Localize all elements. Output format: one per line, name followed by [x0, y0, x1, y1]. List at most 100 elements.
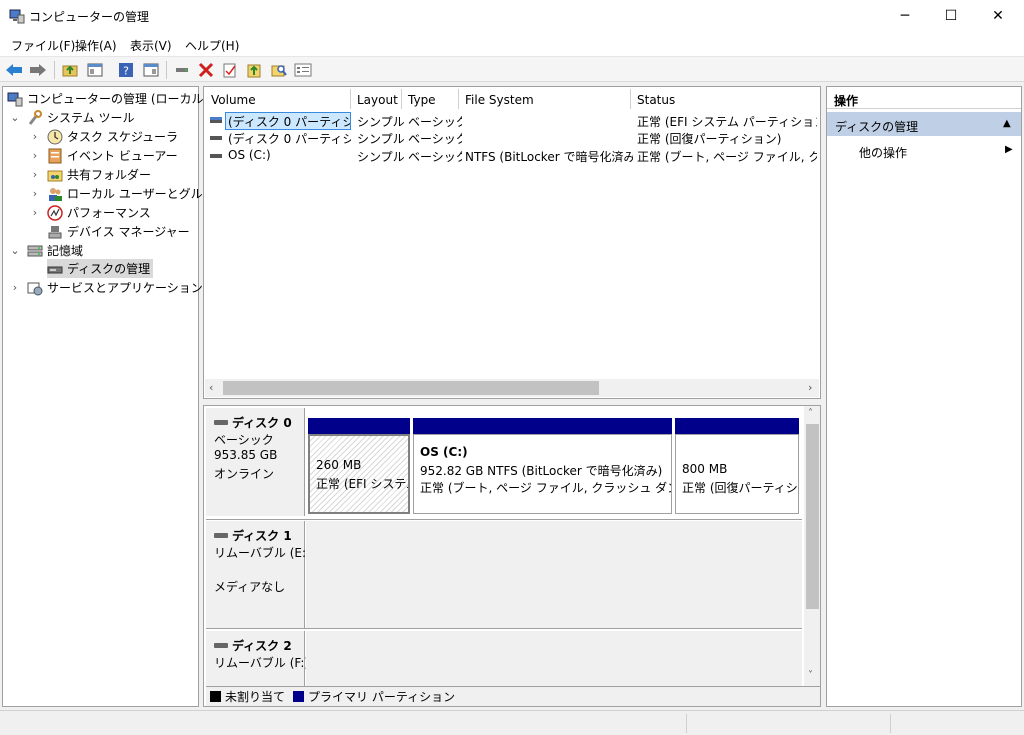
tree-item-disk-management[interactable]: ディスクの管理: [47, 259, 154, 278]
column-header-type[interactable]: Type: [402, 89, 459, 109]
volume-type: ベーシック: [408, 150, 462, 164]
disk-icon: [214, 420, 228, 425]
column-header-volume[interactable]: Volume: [205, 89, 351, 109]
menu-action[interactable]: 操作(A): [75, 37, 117, 54]
disk-2-label[interactable]: ディスク 2 リムーバブル (F:): [206, 631, 309, 686]
partition-efi[interactable]: 260 MB 正常 (EFI システム: [308, 434, 410, 514]
properties-check-icon[interactable]: [221, 61, 239, 79]
partition-bar: [675, 418, 799, 434]
tree-label: サービスとアプリケーション: [47, 281, 203, 295]
table-row[interactable]: (ディスク 0 パーティション 1) シンプル ベーシック 正常 (EFI シス…: [207, 111, 817, 130]
disk-size: 953.85 GB: [214, 448, 278, 462]
tree-item-event-viewer[interactable]: › イベント ビューアー: [29, 146, 178, 165]
menu-view[interactable]: 表示(V): [130, 37, 172, 54]
actions-group-label: ディスクの管理: [835, 120, 919, 134]
chevron-right-icon[interactable]: ›: [29, 168, 41, 181]
volume-name: OS (C:): [228, 148, 271, 162]
table-row[interactable]: (ディスク 0 パーティション 4) シンプル ベーシック 正常 (回復パーティ…: [207, 129, 817, 147]
tree-item-root[interactable]: コンピューターの管理 (ローカル): [7, 89, 208, 108]
back-arrow-icon[interactable]: [5, 61, 23, 79]
chevron-right-icon[interactable]: ›: [9, 281, 21, 294]
tree-item-services-apps[interactable]: › サービスとアプリケーション: [9, 278, 203, 297]
chevron-right-icon[interactable]: ›: [29, 187, 41, 200]
column-header-status[interactable]: Status: [631, 89, 819, 109]
tree-item-system-tools[interactable]: ⌄ システム ツール: [9, 108, 134, 127]
legend-swatch-primary: [293, 691, 305, 702]
search-folder-icon[interactable]: [270, 61, 288, 79]
scrollbar-thumb[interactable]: [806, 424, 819, 609]
legend-primary: プライマリ パーティション: [308, 690, 456, 704]
tree-label: コンピューターの管理 (ローカル): [27, 92, 209, 106]
partition-size: 800 MB: [682, 462, 728, 476]
disk-icon: [214, 643, 228, 648]
tree-item-local-users[interactable]: › ローカル ユーザーとグループ: [29, 184, 226, 203]
navigation-tree: コンピューターの管理 (ローカル) ⌄ システム ツール › タスク スケジュー…: [2, 86, 226, 707]
volume-drive-icon: [209, 149, 223, 163]
connect-drive-icon[interactable]: [173, 61, 191, 79]
column-header-layout[interactable]: Layout: [351, 89, 402, 109]
tree-item-performance[interactable]: › パフォーマンス: [29, 203, 151, 222]
tree-item-task-scheduler[interactable]: › タスク スケジューラ: [29, 127, 178, 146]
tree-label: ディスクの管理: [67, 262, 151, 276]
disk-name: ディスク 2: [232, 639, 292, 653]
window-title: コンピューターの管理: [29, 10, 150, 24]
table-row[interactable]: OS (C:) シンプル ベーシック NTFS (BitLocker で暗号化済…: [207, 147, 817, 165]
chevron-right-icon[interactable]: ›: [29, 206, 41, 219]
partition-size: 952.82 GB NTFS (BitLocker で暗号化済み): [420, 464, 663, 478]
disk-graphical-view: ディスク 0 ベーシック 953.85 GB オンライン 260 MB 正常 (…: [203, 405, 821, 707]
action-other[interactable]: 他の操作 ▶: [827, 139, 1021, 161]
scrollbar-thumb[interactable]: [223, 381, 599, 395]
disk-0-label[interactable]: ディスク 0 ベーシック 953.85 GB オンライン: [206, 408, 305, 516]
show-hide-action-pane-icon[interactable]: [142, 61, 160, 79]
delete-icon[interactable]: [197, 61, 215, 79]
volume-type: ベーシック: [408, 132, 462, 146]
partition-status: 正常 (ブート, ページ ファイル, クラッシュ ダンプ, プライマ: [420, 481, 671, 495]
menu-file[interactable]: ファイル(F): [11, 37, 75, 54]
minimize-button[interactable]: ─: [882, 0, 928, 32]
disk-1-empty-area: [306, 521, 802, 628]
chevron-right-icon[interactable]: ›: [29, 130, 41, 143]
actions-group-disk-management[interactable]: ディスクの管理 ▲: [827, 112, 1021, 136]
vertical-scrollbar[interactable]: ˄ ˅: [804, 406, 820, 686]
tree-label: 共有フォルダー: [67, 168, 152, 182]
tree-item-storage[interactable]: ⌄ 記憶域: [9, 241, 83, 260]
scroll-up-icon[interactable]: ˄: [808, 408, 813, 419]
partition-recovery[interactable]: 800 MB 正常 (回復パーティショ: [675, 434, 799, 514]
tree-item-shared-folders[interactable]: › 共有フォルダー: [29, 165, 151, 184]
export-list-icon[interactable]: [245, 61, 263, 79]
chevron-down-icon[interactable]: ⌄: [9, 244, 21, 257]
scroll-right-icon[interactable]: ›: [808, 381, 812, 394]
legend: 未割り当て プライマリ パーティション: [206, 686, 820, 706]
tree-label: 記憶域: [47, 244, 84, 258]
disk-management-icon: [47, 266, 63, 273]
forward-arrow-icon[interactable]: [29, 61, 47, 79]
computer-management-icon: [7, 92, 23, 106]
help-icon[interactable]: ?: [117, 61, 135, 79]
close-button[interactable]: ✕: [975, 0, 1021, 32]
disk-1-label[interactable]: ディスク 1 リムーバブル (E:) メディアなし: [206, 521, 311, 628]
partition-os[interactable]: OS (C:) 952.82 GB NTFS (BitLocker で暗号化済み…: [413, 434, 672, 514]
tree-item-device-manager[interactable]: › デバイス マネージャー: [29, 222, 190, 241]
tree-label: デバイス マネージャー: [67, 225, 190, 239]
up-folder-icon[interactable]: [61, 61, 79, 79]
horizontal-scrollbar[interactable]: ‹ ›: [205, 379, 819, 397]
menu-help[interactable]: ヘルプ(H): [185, 37, 239, 54]
action-other-label: 他の操作: [859, 146, 908, 160]
legend-unallocated: 未割り当て: [225, 690, 286, 704]
show-hide-tree-icon[interactable]: [86, 61, 104, 79]
computer-management-icon: [9, 9, 25, 24]
svg-text:?: ?: [123, 65, 129, 78]
clock-icon: [47, 129, 63, 144]
properties-sheet-icon[interactable]: [294, 61, 312, 79]
disk-type: ベーシック: [214, 433, 274, 447]
column-header-file-system[interactable]: File System: [459, 89, 631, 109]
maximize-button[interactable]: ☐: [928, 0, 974, 32]
tree-label: タスク スケジューラ: [67, 130, 178, 144]
scroll-left-icon[interactable]: ‹: [209, 381, 213, 394]
chevron-down-icon[interactable]: ⌄: [9, 111, 21, 124]
disk-name: ディスク 1: [232, 529, 292, 543]
tree-label: システム ツール: [47, 111, 135, 125]
chevron-right-icon[interactable]: ›: [29, 149, 41, 162]
scroll-down-icon[interactable]: ˅: [808, 670, 813, 681]
collapse-up-icon[interactable]: ▲: [1003, 118, 1011, 129]
